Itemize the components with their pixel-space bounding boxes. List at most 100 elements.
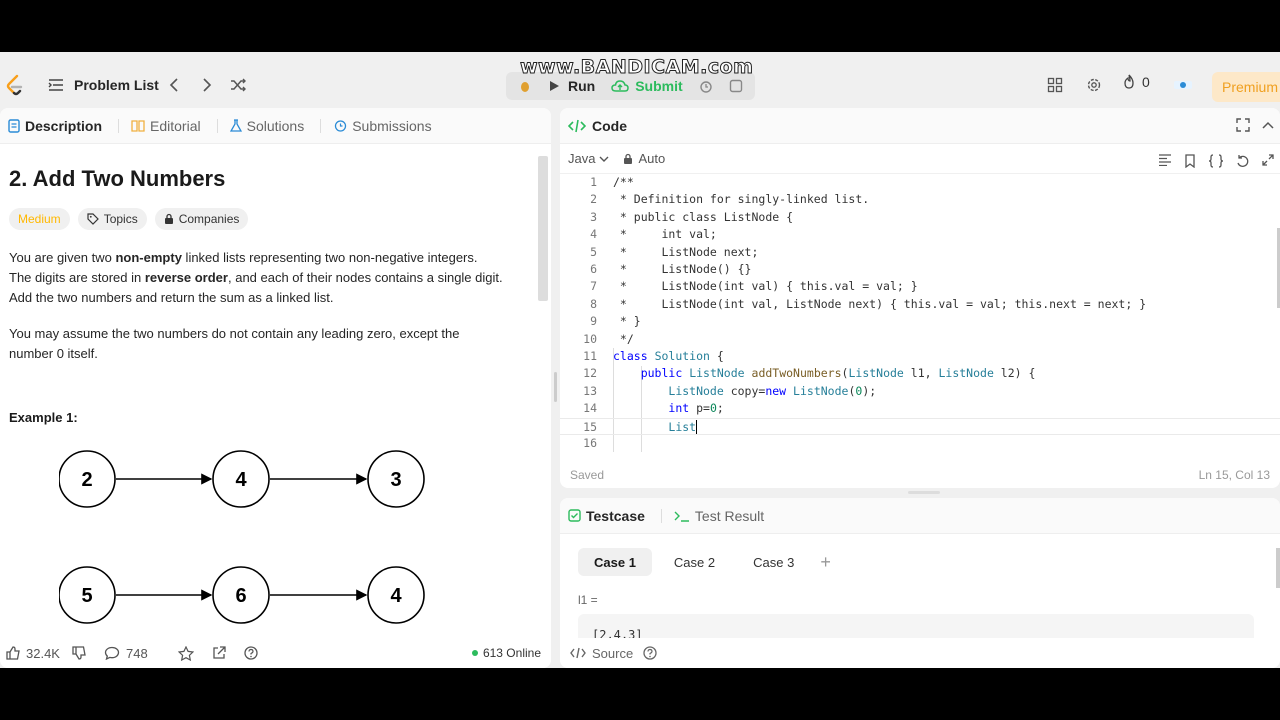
linked-list-diagram: 2 4 3 5 6 4 bbox=[59, 450, 425, 624]
line-number: 11 bbox=[583, 349, 597, 363]
braces-icon bbox=[1208, 154, 1224, 168]
testcase-footer: Source bbox=[560, 638, 1280, 668]
reset-button[interactable] bbox=[1236, 154, 1250, 168]
code-line: 12 public ListNode addTwoNumbers(ListNod… bbox=[560, 365, 1280, 382]
prev-problem-button[interactable] bbox=[163, 74, 185, 96]
avatar[interactable] bbox=[1172, 74, 1194, 96]
undo-icon bbox=[1237, 155, 1249, 167]
tab-test-result[interactable]: Test Result bbox=[674, 508, 764, 524]
help-button[interactable] bbox=[244, 646, 264, 660]
share-button[interactable] bbox=[212, 646, 232, 660]
code-line: 14 int p=0; bbox=[560, 400, 1280, 417]
tab-separator bbox=[118, 118, 120, 133]
list-1: 2 4 3 bbox=[59, 450, 425, 508]
problem-title[interactable]: 2. Add Two Numbers bbox=[9, 166, 225, 192]
terminal-icon bbox=[674, 511, 689, 522]
editor-status: Saved Ln 15, Col 13 bbox=[570, 468, 1270, 482]
comment-count: 748 bbox=[125, 645, 148, 661]
tab-code[interactable]: Code bbox=[568, 118, 627, 134]
statement-text: , and each of their nodes contains a sin… bbox=[227, 270, 503, 285]
question-icon bbox=[244, 646, 258, 660]
list1-value-1: 4 bbox=[235, 469, 247, 491]
companies-badge[interactable]: Companies bbox=[154, 208, 249, 230]
auto-mode-toggle[interactable]: Auto bbox=[623, 151, 665, 166]
format-button[interactable] bbox=[1158, 154, 1172, 168]
code-line: 5 * ListNode next; bbox=[560, 244, 1280, 261]
code-editor[interactable]: 1/** 2 * Definition for singly-linked li… bbox=[560, 174, 1280, 452]
statement-text: linked lists representing two non-negati… bbox=[181, 250, 478, 265]
avatar-icon bbox=[1174, 81, 1192, 89]
cursor-position: Ln 15, Col 13 bbox=[1198, 468, 1270, 482]
leetcode-logo-icon[interactable] bbox=[6, 74, 24, 96]
like-button[interactable]: 32.4K bbox=[6, 646, 60, 661]
tab-testcase[interactable]: Testcase bbox=[568, 508, 645, 524]
horizontal-resize-handle[interactable] bbox=[908, 491, 940, 494]
code-line: 13 ListNode copy=new ListNode(0); bbox=[560, 383, 1280, 400]
tab-testcase-label: Testcase bbox=[586, 507, 645, 524]
list-2: 5 6 4 bbox=[59, 566, 425, 624]
random-problem-button[interactable] bbox=[227, 74, 249, 96]
bookmark-button[interactable] bbox=[1184, 154, 1196, 168]
scrollbar-thumb[interactable] bbox=[538, 156, 548, 301]
case-tab-3[interactable]: Case 3 bbox=[737, 548, 810, 576]
testcase-scrollbar[interactable] bbox=[1276, 548, 1280, 588]
premium-button[interactable]: Premium bbox=[1212, 72, 1280, 102]
fullscreen-button[interactable] bbox=[1236, 118, 1250, 132]
code-line: 7 * ListNode(int val) { this.val = val; … bbox=[560, 278, 1280, 295]
settings-button[interactable] bbox=[1083, 74, 1105, 96]
topics-badge[interactable]: Topics bbox=[77, 208, 147, 230]
braces-button[interactable] bbox=[1208, 154, 1224, 168]
submit-label: Submit bbox=[635, 78, 683, 94]
vertical-resize-handle[interactable] bbox=[554, 372, 557, 402]
collapse-button[interactable] bbox=[1262, 118, 1274, 132]
case-tab-2[interactable]: Case 2 bbox=[658, 548, 731, 576]
tab-separator bbox=[660, 508, 662, 523]
topics-label: Topics bbox=[103, 212, 138, 226]
problem-statement: You are given two non-empty linked lists… bbox=[9, 248, 529, 308]
checkbox-icon bbox=[568, 509, 581, 522]
shuffle-icon bbox=[231, 78, 246, 92]
question-icon[interactable] bbox=[643, 646, 657, 660]
favorite-button[interactable] bbox=[177, 645, 200, 661]
line-number: 12 bbox=[583, 366, 597, 381]
layout-button[interactable] bbox=[1044, 74, 1066, 96]
tab-submissions[interactable]: Submissions bbox=[333, 118, 432, 134]
description-scrollbar[interactable] bbox=[536, 144, 548, 634]
chevron-up-icon bbox=[1262, 121, 1274, 129]
chevron-left-icon bbox=[169, 78, 178, 92]
dislike-button[interactable] bbox=[72, 646, 92, 660]
case-tab-1[interactable]: Case 1 bbox=[578, 548, 652, 576]
thumbs-down-icon bbox=[72, 646, 86, 660]
problem-note: You may assume the two numbers do not co… bbox=[9, 326, 460, 361]
maximize-button[interactable] bbox=[1262, 154, 1274, 168]
tab-editorial-label: Editorial bbox=[150, 117, 201, 134]
difficulty-badge: Medium bbox=[9, 208, 70, 230]
line-number: 4 bbox=[590, 227, 597, 242]
comments-button[interactable]: 748 bbox=[104, 646, 148, 661]
statement-text: The digits are stored in bbox=[9, 270, 145, 285]
tab-solutions[interactable]: Solutions bbox=[229, 118, 304, 134]
list2-value-2: 4 bbox=[390, 585, 402, 607]
external-link-icon bbox=[213, 646, 226, 659]
tab-separator bbox=[216, 118, 218, 133]
code-line: 2 * Definition for singly-linked list. bbox=[560, 191, 1280, 208]
source-label[interactable]: Source bbox=[592, 646, 633, 661]
next-problem-button[interactable] bbox=[196, 74, 218, 96]
list2-value-1: 6 bbox=[235, 585, 246, 607]
cloud-upload-icon bbox=[611, 80, 629, 92]
editor-tools bbox=[1146, 154, 1274, 168]
statement-bold: non-empty bbox=[115, 250, 182, 265]
line-number: 15 bbox=[583, 419, 597, 434]
problem-list-button[interactable]: Problem List bbox=[48, 74, 159, 96]
note-icon bbox=[729, 79, 742, 93]
add-case-button[interactable]: + bbox=[820, 552, 831, 573]
language-select[interactable]: Java bbox=[568, 151, 609, 166]
line-number: 10 bbox=[583, 331, 597, 346]
tab-description[interactable]: Description bbox=[8, 118, 102, 134]
streak-counter[interactable]: 0 bbox=[1122, 74, 1150, 90]
star-icon bbox=[177, 645, 194, 661]
tab-editorial[interactable]: Editorial bbox=[131, 118, 201, 134]
bookmark-icon bbox=[1185, 154, 1195, 168]
premium-label: Premium bbox=[1222, 79, 1279, 95]
list1-value-2: 3 bbox=[390, 469, 401, 491]
